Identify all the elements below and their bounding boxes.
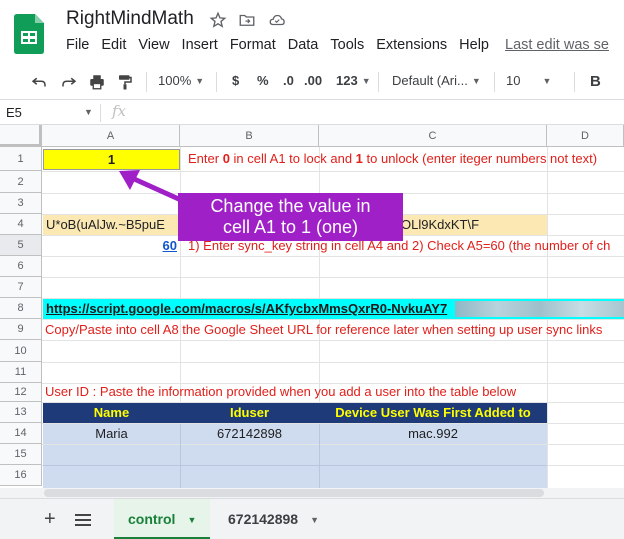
column-header-a[interactable]: A (42, 125, 180, 147)
row-header-12[interactable]: 12 (0, 383, 42, 402)
row-header-6[interactable]: 6 (0, 256, 42, 277)
callout-line-1: Change the value in (210, 196, 371, 216)
paint-format-icon[interactable] (116, 73, 134, 91)
more-formats-button[interactable]: 123 ▼ (336, 73, 371, 88)
row-header-10[interactable]: 10 (0, 340, 42, 362)
font-size-select[interactable]: 10 ▼ (506, 73, 551, 88)
scrollbar-thumb[interactable] (44, 489, 544, 497)
table-cell-device[interactable]: mac.992 (319, 424, 547, 444)
decrease-decimal-button[interactable]: .0 (283, 73, 294, 88)
table-header-device[interactable]: Device User Was First Added to (319, 403, 547, 423)
menu-help[interactable]: Help (459, 37, 489, 53)
redacted-url-blur (455, 301, 624, 317)
row-header-14[interactable]: 14 (0, 423, 42, 444)
font-select[interactable]: Default (Ari... ▼ (392, 73, 481, 88)
table-cell-iduser[interactable]: 672142898 (180, 424, 319, 444)
row-header-2[interactable]: 2 (0, 171, 42, 193)
row-header-9[interactable]: 9 (0, 319, 42, 340)
menu-bar: File Edit View Insert Format Data Tools … (66, 37, 621, 53)
redo-icon[interactable] (60, 73, 78, 91)
row-header-3[interactable]: 3 (0, 193, 42, 214)
column-header-d[interactable]: D (547, 125, 624, 147)
table-row-empty[interactable] (43, 445, 547, 465)
toolbar: 100% ▼ $ % .0 .00 123 ▼ Default (Ari... ▼ 1… (0, 64, 624, 100)
menu-file[interactable]: File (66, 37, 89, 53)
sheet-tab-672142898[interactable]: 672142898 ▼ (214, 499, 333, 539)
select-all-corner[interactable] (0, 125, 42, 147)
cell-a5-length-check[interactable]: 60 (43, 236, 177, 256)
spreadsheet-grid[interactable]: A B C D 1 2 3 4 5 6 7 8 9 10 11 12 13 14… (0, 125, 624, 489)
menu-extensions[interactable]: Extensions (376, 37, 447, 53)
all-sheets-list-icon[interactable] (74, 512, 92, 528)
row-header-8[interactable]: 8 (0, 298, 42, 319)
sheet-tab-bar: + control ▼ 672142898 ▼ (0, 498, 624, 539)
formula-bar: E5 ▼ fx (0, 101, 624, 125)
name-box[interactable]: E5 (6, 105, 22, 120)
add-sheet-button[interactable]: + (44, 508, 56, 531)
last-edit-link[interactable]: Last edit was se (505, 37, 609, 53)
table-header-name[interactable]: Name (43, 403, 180, 423)
cell-a8-script-url[interactable]: https://script.google.com/macros/s/AKfyc… (43, 299, 624, 319)
bold-button[interactable]: B (590, 73, 601, 90)
sheets-logo-icon[interactable] (14, 14, 44, 54)
increase-decimal-button[interactable]: .00 (304, 73, 322, 88)
undo-icon[interactable] (30, 73, 48, 91)
row-header-16[interactable]: 16 (0, 465, 42, 486)
print-icon[interactable] (88, 73, 106, 91)
column-header-c[interactable]: C (319, 125, 547, 147)
row-header-4[interactable]: 4 (0, 214, 42, 235)
zoom-select[interactable]: 100% ▼ (158, 73, 204, 88)
cell-b1-instruction[interactable]: Enter 0 in cell A1 to lock and 1 to unlo… (188, 149, 624, 170)
menu-edit[interactable]: Edit (101, 37, 126, 53)
cell-a9-instruction[interactable]: Copy/Paste into cell A8 the Google Sheet… (45, 320, 624, 340)
menu-tools[interactable]: Tools (330, 37, 364, 53)
document-title[interactable]: RightMindMath (66, 8, 194, 30)
row-header-11[interactable]: 11 (0, 362, 42, 383)
cell-a12-user-id-label[interactable]: User ID : Paste the information provided… (45, 382, 624, 402)
table-header-iduser[interactable]: Iduser (180, 403, 319, 423)
row-header-13[interactable]: 13 (0, 402, 42, 423)
menu-view[interactable]: View (138, 37, 169, 53)
menu-format[interactable]: Format (230, 37, 276, 53)
table-row-empty[interactable] (43, 466, 547, 488)
star-icon[interactable] (209, 11, 227, 29)
row-header-15[interactable]: 15 (0, 444, 42, 465)
horizontal-scrollbar[interactable] (0, 488, 624, 498)
percent-format-button[interactable]: % (257, 73, 269, 88)
name-box-dropdown-icon[interactable]: ▼ (84, 107, 93, 117)
currency-format-button[interactable]: $ (232, 73, 239, 88)
row-header-1[interactable]: 1 (0, 147, 42, 171)
cloud-saved-icon[interactable] (268, 11, 286, 29)
column-header-b[interactable]: B (180, 125, 319, 147)
callout-line-2: cell A1 to 1 (one) (222, 217, 359, 237)
sheet-tab-control[interactable]: control ▼ (114, 499, 211, 539)
fx-icon: fx (112, 102, 127, 120)
menu-data[interactable]: Data (288, 37, 319, 53)
row-header-5[interactable]: 5 (0, 235, 42, 256)
annotation-callout: Change the value in cell A1 to 1 (one) (178, 193, 403, 241)
move-to-folder-icon[interactable] (238, 11, 256, 29)
table-cell-name[interactable]: Maria (43, 424, 180, 444)
menu-insert[interactable]: Insert (182, 37, 218, 53)
row-header-7[interactable]: 7 (0, 277, 42, 298)
